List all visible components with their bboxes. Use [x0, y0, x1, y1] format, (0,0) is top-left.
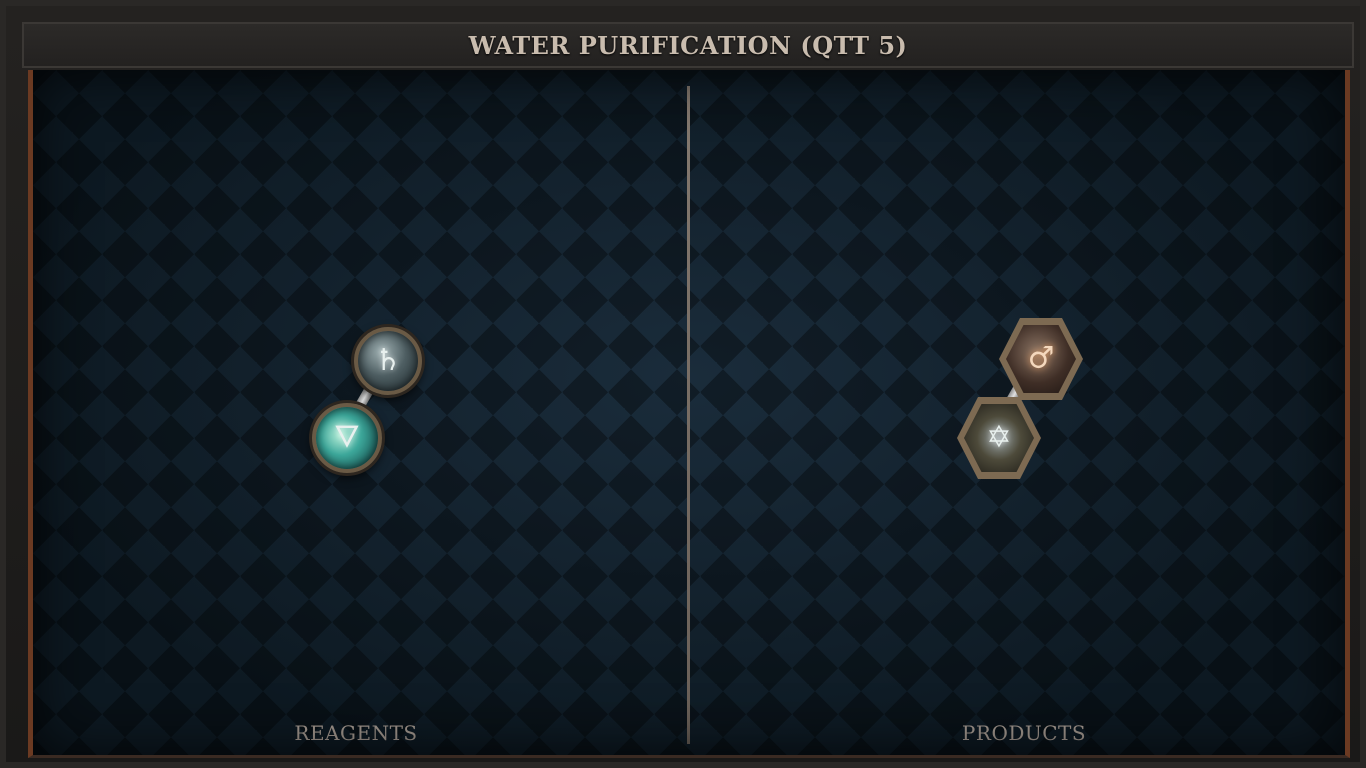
- products-label: PRODUCTS: [961, 721, 1087, 745]
- panel-divider: [687, 86, 690, 744]
- mars-glyph: ♂: [1027, 341, 1055, 376]
- saturn-symbol-icon[interactable]: ♄: [354, 327, 422, 395]
- star-glyph: ✡: [986, 420, 1012, 455]
- title-bar: WATER PURIFICATION (QTT 5): [22, 22, 1354, 68]
- reaction-board: ♄ 🜄 ♂ ✡ REAGENTS PRODUCTS: [28, 70, 1350, 758]
- saturn-glyph: ♄: [374, 343, 402, 378]
- water-element-icon[interactable]: 🜄: [312, 403, 382, 473]
- page-title: WATER PURIFICATION (QTT 5): [468, 30, 908, 60]
- reagents-label: REAGENTS: [294, 721, 418, 745]
- water-glyph: 🜄: [333, 420, 361, 455]
- game-window: WATER PURIFICATION (QTT 5) ♄ 🜄 ♂ ✡ REAGE…: [0, 0, 1366, 768]
